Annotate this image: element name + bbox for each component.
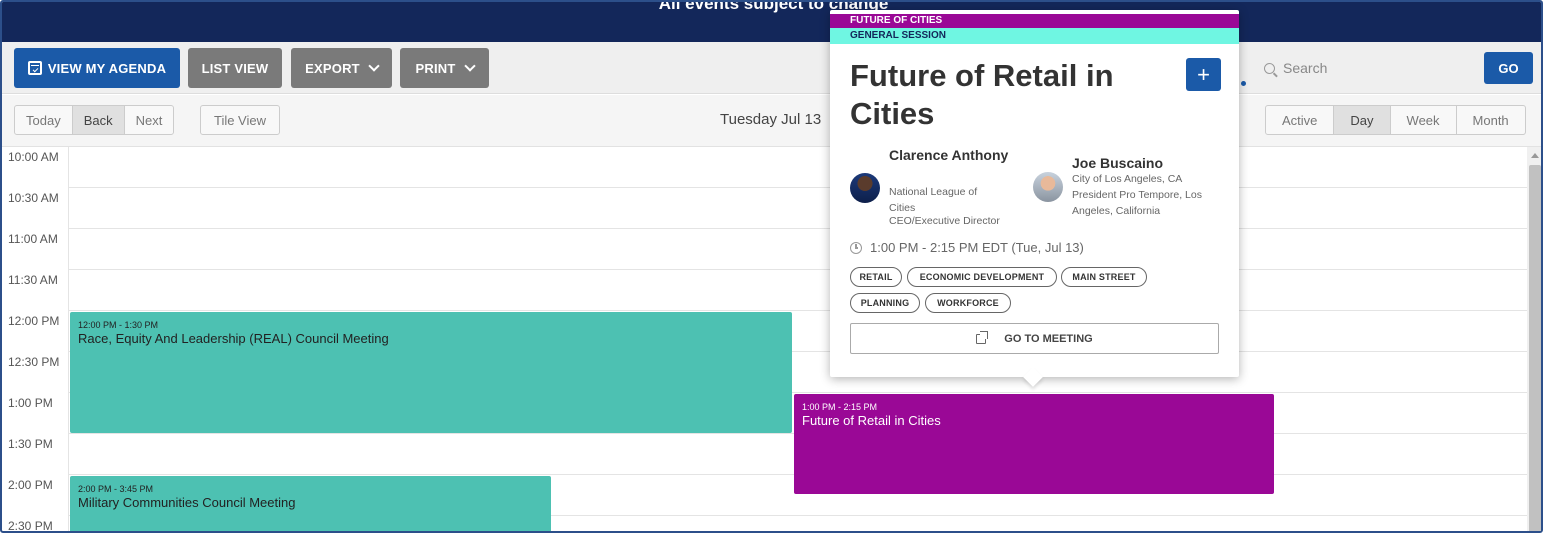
back-button[interactable]: Back: [72, 106, 125, 134]
view-my-agenda-button[interactable]: VIEW MY AGENDA: [14, 48, 180, 88]
event-military-communities-meeting[interactable]: 2:00 PM - 3:45 PM Military Communities C…: [70, 476, 551, 531]
grid-divider: [68, 147, 69, 531]
time-slot[interactable]: 11:30 AM: [2, 270, 1527, 311]
event-detail-popup: FUTURE OF CITIES GENERAL SESSION Future …: [830, 10, 1239, 377]
speaker-role: CEO/Executive Director: [889, 215, 1000, 227]
list-view-button[interactable]: LIST VIEW: [188, 48, 282, 88]
view-my-agenda-label: VIEW MY AGENDA: [47, 60, 167, 76]
view-switcher: Active Day Week Month: [1265, 105, 1526, 135]
tag-workforce[interactable]: WORKFORCE: [925, 293, 1011, 313]
session-type-label: GENERAL SESSION: [830, 28, 1239, 44]
speaker-avatar: [850, 173, 880, 203]
time-slot[interactable]: 10:00 AM: [2, 147, 1527, 188]
tag-economic-development[interactable]: ECONOMIC DEVELOPMENT: [907, 267, 1057, 287]
search-indicator-dot: [1241, 81, 1246, 86]
view-day-button[interactable]: Day: [1334, 106, 1391, 134]
time-label: 11:30 AM: [8, 273, 58, 287]
popup-title: Future of Retail in Cities: [850, 58, 1114, 131]
today-button[interactable]: Today: [15, 106, 73, 134]
time-label: 12:30 PM: [8, 355, 60, 369]
date-nav-group: Today Back Next: [14, 105, 175, 135]
track-label: FUTURE OF CITIES: [830, 14, 1239, 28]
print-label: PRINT: [415, 60, 456, 76]
time-label: 10:30 AM: [8, 191, 59, 205]
tile-view-button[interactable]: Tile View: [200, 105, 280, 135]
time-label: 2:30 PM: [8, 519, 53, 533]
app-frame: All events subject to change VIEW MY AGE…: [0, 0, 1543, 533]
tag-planning[interactable]: PLANNING: [850, 293, 920, 313]
session-time: 1:00 PM - 2:15 PM EDT (Tue, Jul 13): [870, 240, 1084, 255]
speaker-org: National League of Cities: [889, 186, 978, 214]
add-to-agenda-button[interactable]: +: [1186, 58, 1221, 91]
chevron-down-icon: [463, 60, 476, 72]
event-future-of-retail[interactable]: 1:00 PM - 2:15 PM Future of Retail in Ci…: [794, 394, 1274, 494]
export-button[interactable]: EXPORT: [291, 48, 392, 88]
go-button[interactable]: GO: [1484, 52, 1533, 84]
go-label: GO: [1498, 60, 1519, 76]
print-button[interactable]: PRINT: [400, 48, 489, 88]
event-title: Military Communities Council Meeting: [78, 495, 296, 510]
calendar-nav: Today Back Next Tile View Tuesday Jul 13…: [2, 95, 1541, 147]
chevron-down-icon: [368, 60, 380, 72]
search-placeholder: Search: [1283, 60, 1328, 76]
speaker-avatar: [1033, 172, 1063, 202]
time-label: 12:00 PM: [8, 314, 60, 328]
event-title: Future of Retail in Cities: [802, 413, 941, 428]
go-to-meeting-label: GO TO MEETING: [1004, 332, 1093, 345]
event-title: Race, Equity And Leadership (REAL) Counc…: [78, 331, 389, 346]
time-label: 1:00 PM: [8, 396, 53, 410]
time-slot[interactable]: 10:30 AM: [2, 188, 1527, 229]
event-time: 1:00 PM - 2:15 PM: [802, 402, 878, 412]
next-button[interactable]: Next: [125, 106, 174, 134]
view-week-button[interactable]: Week: [1391, 106, 1457, 134]
speaker-name[interactable]: Joe Buscaino: [1072, 154, 1222, 172]
scroll-up-arrow-icon[interactable]: [1531, 153, 1539, 158]
tag-main-street[interactable]: MAIN STREET: [1061, 267, 1147, 287]
time-slot[interactable]: 1:30 PM: [2, 434, 1527, 475]
time-label: 1:30 PM: [8, 437, 53, 451]
toolbar: VIEW MY AGENDA LIST VIEW EXPORT PRINT Se…: [2, 42, 1541, 94]
export-label: EXPORT: [305, 60, 360, 76]
speaker-org: City of Los Angeles, CA: [1072, 173, 1183, 185]
scroll-thumb[interactable]: [1529, 165, 1541, 531]
tag-retail[interactable]: RETAIL: [850, 267, 902, 287]
event-time: 12:00 PM - 1:30 PM: [78, 320, 159, 330]
view-month-button[interactable]: Month: [1457, 106, 1525, 134]
clock-icon: [850, 242, 862, 254]
view-active-button[interactable]: Active: [1266, 106, 1335, 134]
event-time: 2:00 PM - 3:45 PM: [78, 484, 154, 494]
time-slot[interactable]: 11:00 AM: [2, 229, 1527, 270]
external-link-icon: [976, 330, 989, 344]
announcement-banner: All events subject to change: [2, 2, 1541, 42]
speaker-name[interactable]: Clarence Anthony: [889, 146, 1009, 164]
time-label: 10:00 AM: [8, 150, 59, 164]
calendar-check-icon: [27, 61, 42, 75]
vertical-scrollbar[interactable]: [1527, 147, 1541, 531]
time-label: 11:00 AM: [8, 232, 58, 246]
list-view-label: LIST VIEW: [201, 60, 269, 76]
go-to-meeting-button[interactable]: GO TO MEETING: [850, 323, 1219, 354]
search-input[interactable]: Search: [1242, 52, 1462, 84]
current-date-label: Tuesday Jul 13: [720, 111, 822, 128]
time-label: 2:00 PM: [8, 478, 53, 492]
event-real-council-meeting[interactable]: 12:00 PM - 1:30 PM Race, Equity And Lead…: [70, 312, 792, 433]
speaker-role: President Pro Tempore, Los Angeles, Cali…: [1072, 189, 1202, 217]
plus-icon: +: [1197, 61, 1210, 87]
search-icon: [1264, 62, 1275, 74]
